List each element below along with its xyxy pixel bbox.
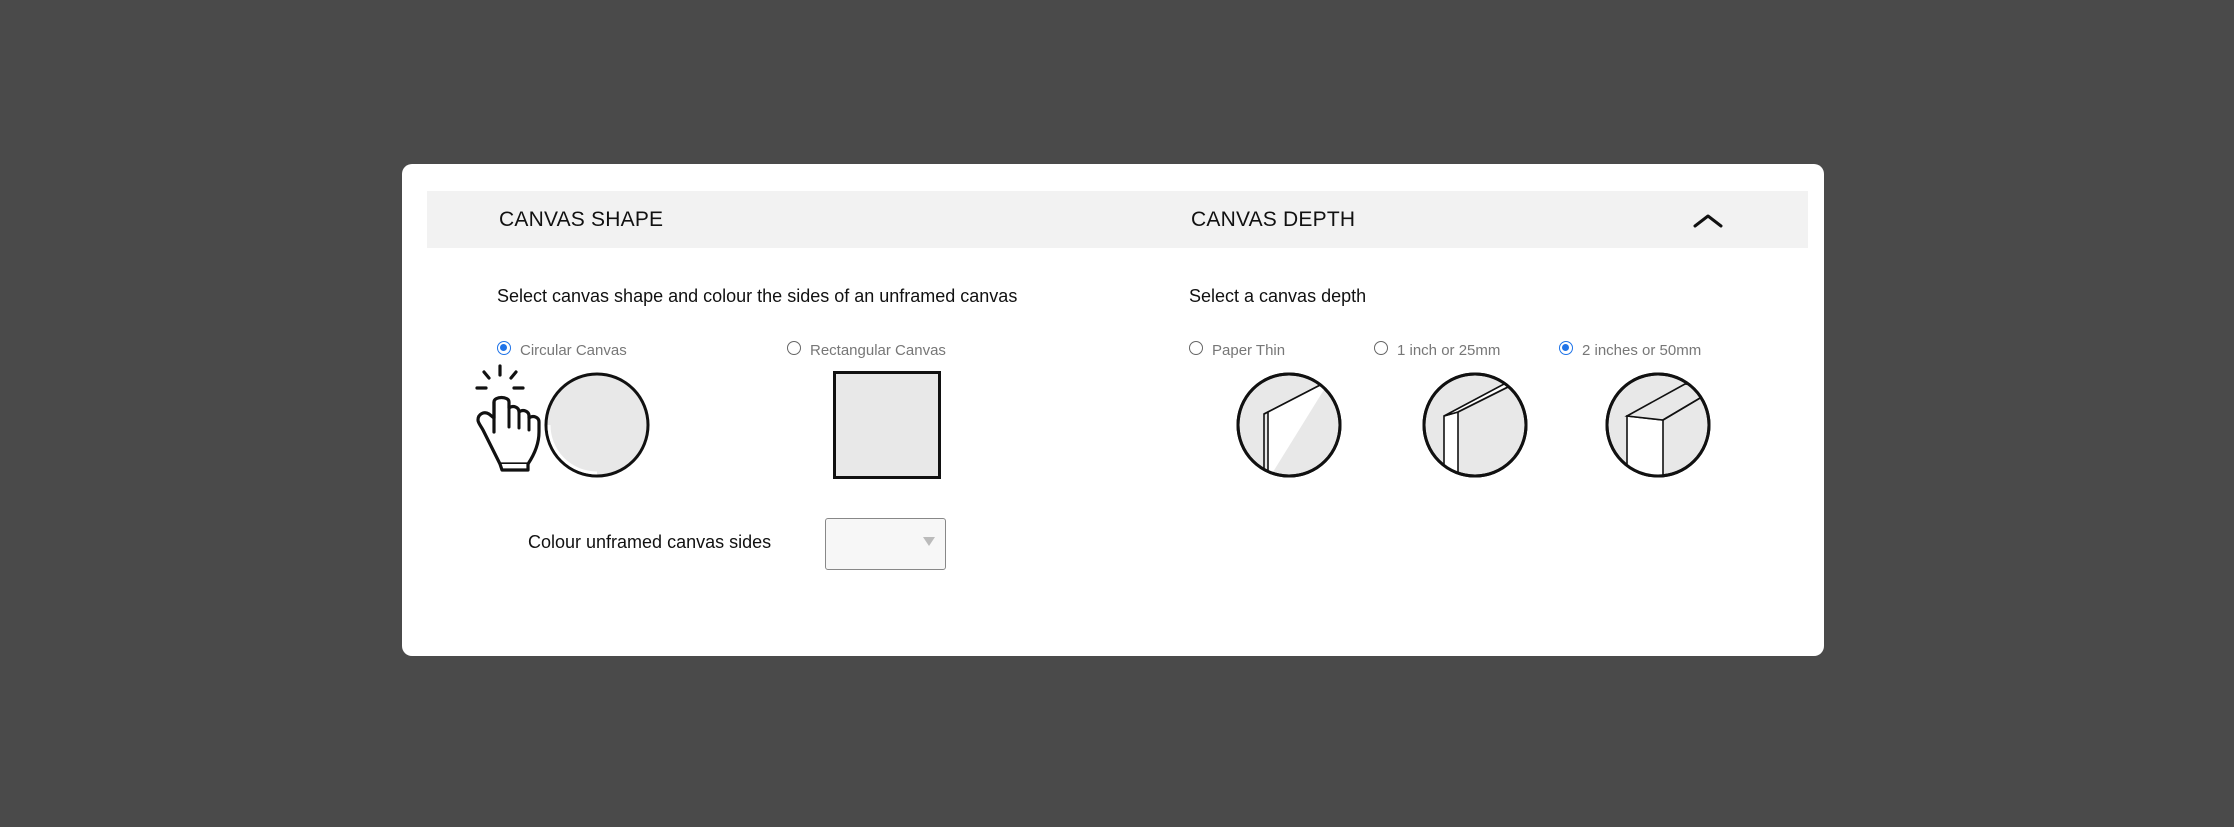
paper-thin-illustration[interactable] [1234, 370, 1344, 480]
colour-sides-dropdown[interactable] [825, 518, 946, 570]
circular-canvas-radio[interactable] [497, 341, 511, 355]
rectangular-canvas-option[interactable]: Rectangular Canvas [787, 337, 946, 359]
circular-canvas-illustration[interactable] [542, 370, 652, 480]
circular-canvas-option[interactable]: Circular Canvas [497, 337, 627, 359]
dropdown-arrow-icon [923, 537, 935, 546]
canvas-depth-instructions: Select a canvas depth [1189, 286, 1367, 306]
one-inch-label: 1 inch or 25mm [1397, 341, 1501, 359]
pointer-hand-icon [475, 364, 541, 472]
canvas-shape-title: CANVAS SHAPE [499, 208, 664, 231]
rectangular-canvas-illustration[interactable] [832, 370, 942, 480]
circular-canvas-label: Circular Canvas [520, 341, 627, 359]
chevron-up-icon [1693, 214, 1723, 228]
collapse-button[interactable] [1693, 205, 1723, 235]
rectangular-canvas-radio[interactable] [787, 341, 801, 355]
canvas-depth-title: CANVAS DEPTH [1191, 208, 1356, 231]
paper-thin-label: Paper Thin [1212, 341, 1286, 359]
paper-thin-radio[interactable] [1189, 341, 1203, 355]
canvas-options-panel: CANVAS SHAPE CANVAS DEPTH Select canvas … [402, 164, 1824, 656]
two-inch-illustration[interactable] [1603, 370, 1713, 480]
section-header-bar: CANVAS SHAPE CANVAS DEPTH [427, 191, 1808, 248]
one-inch-illustration[interactable] [1420, 370, 1530, 480]
canvas-shape-instructions: Select canvas shape and colour the sides… [497, 286, 1018, 306]
one-inch-option[interactable]: 1 inch or 25mm [1374, 337, 1500, 359]
two-inch-label: 2 inches or 50mm [1582, 341, 1702, 359]
two-inch-option[interactable]: 2 inches or 50mm [1559, 337, 1701, 359]
one-inch-radio[interactable] [1374, 341, 1388, 355]
paper-thin-option[interactable]: Paper Thin [1189, 337, 1285, 359]
rectangular-canvas-label: Rectangular Canvas [810, 341, 946, 359]
two-inch-radio[interactable] [1559, 341, 1573, 355]
colour-sides-label: Colour unframed canvas sides [528, 532, 772, 552]
